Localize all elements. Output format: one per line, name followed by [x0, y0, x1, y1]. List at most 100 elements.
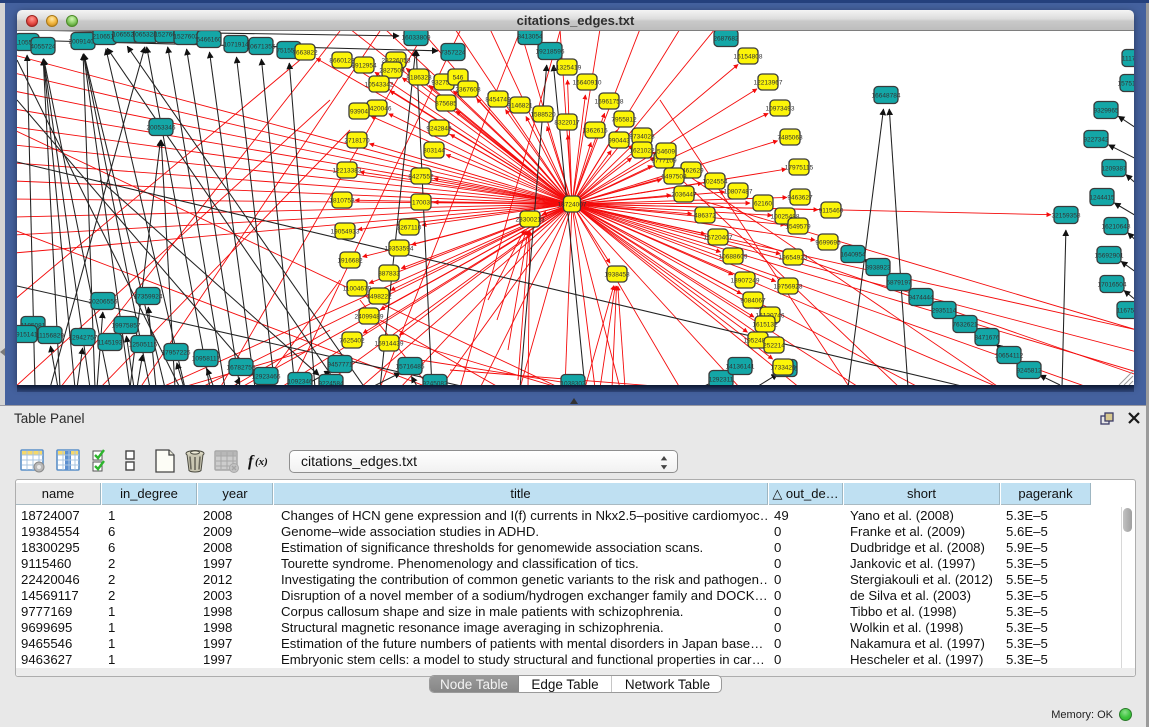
svg-text:16640910: 16640910	[573, 80, 602, 87]
svg-text:14136141: 14136141	[726, 364, 755, 371]
svg-text:9115460: 9115460	[819, 208, 844, 215]
svg-text:23300213: 23300213	[516, 217, 545, 224]
svg-text:16210643: 16210643	[1102, 224, 1131, 231]
svg-text:1071914: 1071914	[223, 42, 249, 49]
svg-text:1038302: 1038302	[560, 381, 586, 386]
svg-text:18907249: 18907249	[731, 278, 760, 285]
svg-text:18724007: 18724007	[558, 202, 587, 209]
svg-text:1621022: 1621022	[629, 148, 655, 155]
svg-text:6497508: 6497508	[661, 174, 687, 181]
svg-text:9329965: 9329965	[1093, 108, 1119, 115]
svg-text:6466160: 6466160	[196, 37, 222, 44]
svg-text:19756928: 19756928	[774, 284, 803, 291]
svg-text:15716485: 15716485	[396, 364, 425, 371]
svg-text:9734028: 9734028	[629, 134, 655, 141]
svg-text:15751074: 15751074	[1118, 81, 1134, 88]
svg-text:2687682: 2687682	[713, 36, 739, 43]
svg-text:2827509: 2827509	[379, 68, 405, 75]
svg-text:1024554: 1024554	[702, 179, 728, 186]
svg-text:252214: 252214	[763, 343, 785, 350]
svg-text:1117254: 1117254	[1122, 56, 1134, 63]
svg-text:19975857: 19975857	[112, 323, 141, 330]
svg-text:4055724: 4055724	[30, 44, 56, 51]
svg-text:8186328: 8186328	[406, 75, 432, 82]
svg-text:12213383: 12213383	[333, 168, 362, 175]
svg-text:20206556: 20206556	[89, 299, 118, 306]
svg-text:887833: 887833	[378, 271, 400, 278]
svg-text:16154808: 16154808	[734, 54, 763, 61]
svg-text:9245812: 9245812	[1016, 368, 1042, 375]
svg-text:8413054: 8413054	[517, 34, 543, 41]
svg-text:10807487: 10807487	[724, 189, 753, 196]
svg-text:10654112: 10654112	[995, 353, 1024, 360]
svg-text:7485063: 7485063	[777, 135, 803, 142]
svg-text:2036447: 2036447	[671, 192, 697, 199]
svg-text:12505115: 12505115	[129, 342, 158, 349]
svg-text:1615132: 1615132	[752, 322, 778, 329]
svg-text:2367608: 2367608	[455, 87, 481, 94]
svg-text:9146821: 9146821	[507, 103, 533, 110]
svg-text:1292311: 1292311	[709, 377, 734, 384]
svg-text:54609: 54609	[657, 149, 675, 156]
svg-text:f: f	[248, 453, 255, 470]
svg-text:19353594: 19353594	[385, 246, 414, 253]
svg-text:7357224: 7357224	[440, 50, 466, 57]
svg-text:8427552: 8427552	[408, 174, 434, 181]
svg-text:(x): (x)	[255, 456, 268, 468]
svg-text:2935114: 2935114	[932, 308, 957, 315]
svg-text:17975115: 17975115	[785, 165, 814, 172]
svg-text:12942757: 12942757	[69, 335, 98, 342]
svg-text:9474444: 9474444	[908, 295, 934, 302]
svg-text:7663822: 7663822	[292, 50, 318, 57]
svg-text:10973493: 10973493	[766, 106, 795, 113]
svg-text:8938923: 8938923	[865, 265, 891, 272]
svg-text:7625402: 7625402	[339, 338, 365, 345]
svg-text:8322017: 8322017	[554, 120, 580, 127]
svg-text:3915141: 3915141	[17, 332, 38, 339]
svg-text:1145193: 1145193	[98, 340, 123, 347]
svg-text:16961758: 16961758	[595, 99, 624, 106]
svg-text:10671355: 10671355	[247, 44, 276, 51]
svg-text:1209387: 1209387	[1101, 166, 1127, 173]
svg-text:1549579: 1549579	[785, 224, 811, 231]
svg-text:875685: 875685	[435, 101, 457, 108]
svg-text:3267110: 3267110	[397, 225, 422, 232]
svg-text:16914439: 16914439	[375, 341, 404, 348]
svg-text:1092346: 1092346	[287, 379, 313, 386]
svg-text:17957225: 17957225	[162, 350, 191, 357]
svg-text:1362615: 1362615	[582, 128, 608, 135]
svg-text:15692901: 15692901	[1095, 253, 1124, 260]
svg-text:1588520: 1588520	[530, 112, 556, 119]
svg-text:1640954: 1640954	[840, 252, 866, 259]
svg-text:12923466: 12923466	[252, 374, 281, 381]
svg-text:11325419: 11325419	[553, 65, 582, 72]
svg-text:19218596: 19218596	[536, 49, 565, 56]
svg-text:16033809: 16033809	[402, 35, 431, 42]
svg-text:16648784: 16648784	[872, 93, 901, 100]
svg-text:11004679: 11004679	[343, 286, 372, 293]
svg-text:20053346: 20053346	[147, 125, 176, 132]
svg-text:990443: 990443	[608, 138, 630, 145]
svg-text:1916682: 1916682	[337, 258, 363, 265]
svg-text:9245082: 9245082	[422, 381, 448, 386]
svg-text:9227342: 9227342	[1083, 137, 1109, 144]
svg-text:3498222: 3498222	[366, 294, 392, 301]
svg-text:1810753: 1810753	[329, 198, 355, 205]
svg-text:1244415: 1244415	[1089, 195, 1115, 202]
svg-text:6879197: 6879197	[886, 280, 912, 287]
svg-text:9699695: 9699695	[815, 240, 841, 247]
svg-text:486372: 486372	[694, 213, 716, 220]
svg-text:11156829: 11156829	[36, 333, 64, 340]
svg-text:17016504: 17016504	[1098, 282, 1127, 289]
svg-text:16782759: 16782759	[227, 365, 256, 372]
svg-text:12213967: 12213967	[754, 80, 783, 87]
svg-text:9224584: 9224584	[318, 381, 344, 386]
svg-text:19654923: 19654923	[779, 255, 808, 262]
svg-text:803144: 803144	[423, 148, 445, 155]
svg-text:1938458: 1938458	[604, 272, 630, 279]
svg-text:32159358: 32159358	[1052, 213, 1081, 220]
svg-text:62160: 62160	[754, 201, 772, 208]
svg-text:19054933: 19054933	[331, 229, 360, 236]
svg-text:8471676: 8471676	[974, 335, 1000, 342]
svg-text:17003: 17003	[412, 200, 430, 207]
